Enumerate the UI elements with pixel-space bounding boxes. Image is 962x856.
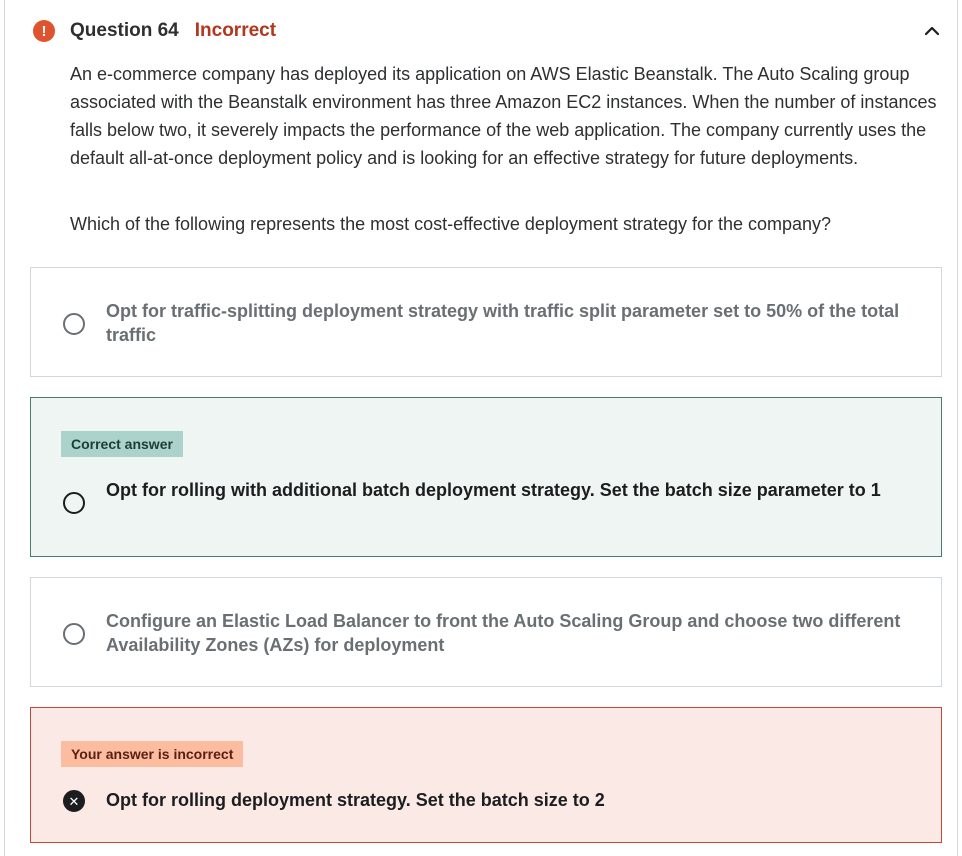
option-text: Configure an Elastic Load Balancer to fr… [106, 611, 901, 655]
question-panel: ! Question 64 Incorrect An e-commerce co… [4, 0, 958, 856]
option-text: Opt for rolling with additional batch de… [106, 480, 881, 500]
question-text: An e-commerce company has deployed its a… [70, 64, 937, 168]
close-icon[interactable]: ✕ [63, 790, 85, 812]
chevron-up-icon[interactable] [921, 20, 943, 42]
question-prompt: Which of the following represents the mo… [70, 214, 832, 234]
question-number: Question 64 [70, 20, 179, 41]
answer-option-3[interactable]: Configure an Elastic Load Balancer to fr… [30, 577, 942, 687]
radio-button[interactable] [63, 492, 85, 514]
correct-answer-badge: Correct answer [61, 431, 183, 457]
incorrect-answer-badge: Your answer is incorrect [61, 741, 244, 767]
option-text: Opt for traffic-splitting deployment str… [106, 301, 900, 345]
exclamation-icon: ! [33, 20, 55, 42]
radio-button[interactable] [63, 313, 85, 335]
answer-option-2[interactable]: Correct answer Opt for rolling with addi… [30, 397, 942, 557]
answer-option-1[interactable]: Opt for traffic-splitting deployment str… [30, 267, 942, 377]
status-label: Incorrect [194, 20, 277, 41]
radio-button[interactable] [63, 623, 85, 645]
question-header: ! Question 64 Incorrect [33, 18, 276, 44]
option-text: Opt for rolling deployment strategy. Set… [106, 790, 605, 810]
answer-option-4[interactable]: Your answer is incorrect ✕ Opt for rolli… [30, 707, 942, 843]
